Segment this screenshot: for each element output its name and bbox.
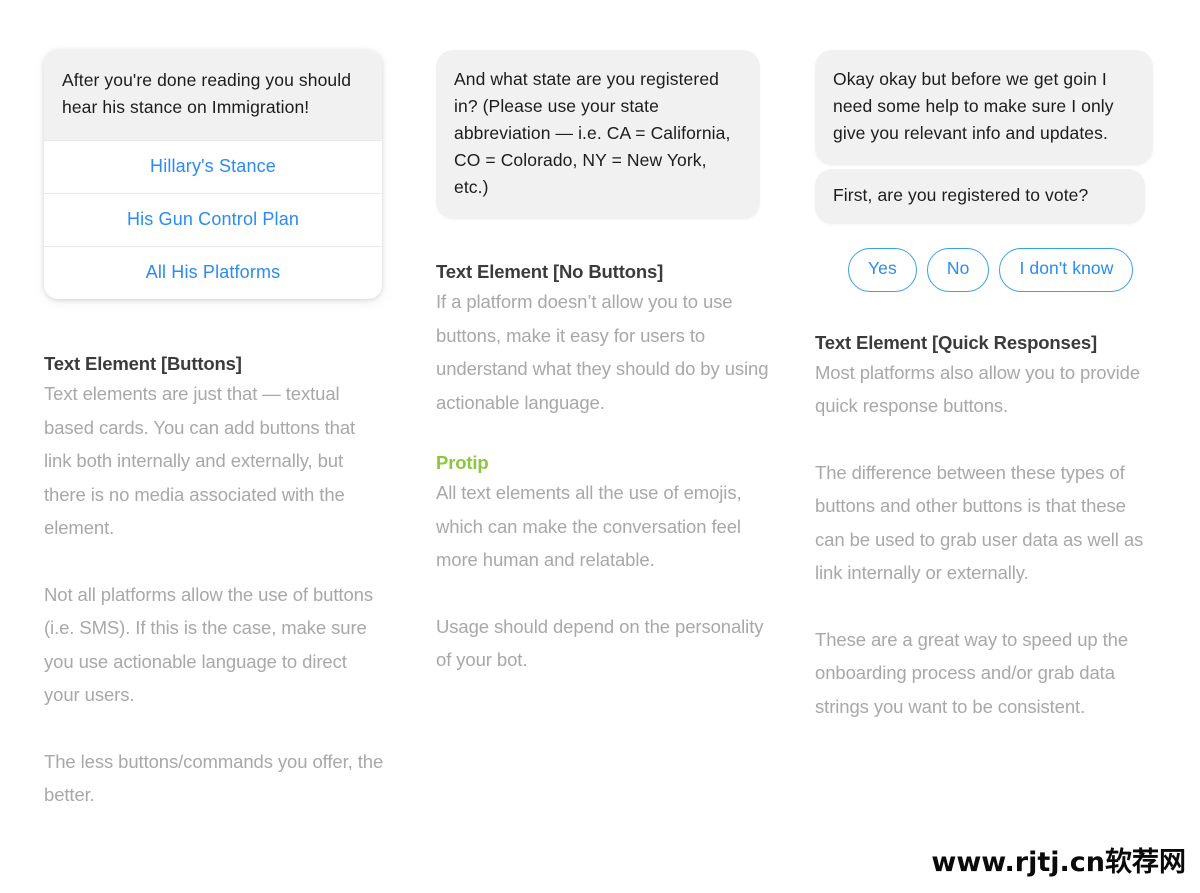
quick-reply-group: Yes No I don't know <box>815 248 1160 292</box>
quick-reply-i-dont-know[interactable]: I don't know <box>999 248 1134 292</box>
paragraph: The difference between these types of bu… <box>815 461 1144 584</box>
section-heading-protip: Protip <box>436 452 489 473</box>
paragraph: Most platforms also allow you to provide… <box>815 361 1141 417</box>
column-text-element-buttons: After you're done reading you should hea… <box>44 0 386 812</box>
column-text-element-no-buttons: And what state are you registered in? (P… <box>436 0 778 677</box>
section-heading-no-buttons: Text Element [No Buttons] <box>436 261 664 282</box>
copy-block-buttons: Text Element [Buttons] Text elements are… <box>44 353 386 812</box>
column-text-element-quick-responses: Okay okay but before we get goin I need … <box>815 0 1160 723</box>
chat-bubble-message: After you're done reading you should hea… <box>44 50 382 140</box>
paragraph: These are a great way to speed up the on… <box>815 628 1129 717</box>
copy-block-no-buttons: Text Element [No Buttons] If a platform … <box>436 261 778 419</box>
card-button-all-his-platforms[interactable]: All His Platforms <box>44 246 382 299</box>
paragraph: All text elements all the use of emojis,… <box>436 482 742 570</box>
paragraph: Not all platforms allow the use of butto… <box>44 583 373 706</box>
card-button-his-gun-control-plan[interactable]: His Gun Control Plan <box>44 193 382 246</box>
paragraph: The less buttons/commands you offer, the… <box>44 750 384 806</box>
paragraph: Text elements are just that — textual ba… <box>44 383 356 538</box>
chat-bubble-intro: Okay okay but before we get goin I need … <box>815 50 1153 165</box>
card-button-hillarys-stance[interactable]: Hillary's Stance <box>44 140 382 193</box>
chat-bubble-state-question: And what state are you registered in? (P… <box>436 50 760 219</box>
quick-reply-no[interactable]: No <box>926 248 990 292</box>
section-heading-quick-responses: Text Element [Quick Responses] <box>815 331 1097 353</box>
quick-reply-yes[interactable]: Yes <box>848 248 917 292</box>
section-heading-buttons: Text Element [Buttons] <box>44 353 242 374</box>
copy-block-quick-responses: Text Element [Quick Responses] Most plat… <box>815 332 1160 724</box>
paragraph: If a platform doesn’t allow you to use b… <box>436 291 769 413</box>
site-watermark: www.rjtj.cn软荐网 <box>931 847 1186 878</box>
chat-bubble-stack: Okay okay but before we get goin I need … <box>815 50 1160 224</box>
protip-block: Protip All text elements all the use of … <box>436 452 778 677</box>
page-root: After you're done reading you should hea… <box>0 0 1200 893</box>
paragraph: Usage should depend on the personality o… <box>436 615 764 671</box>
chat-bubble-registered-question: First, are you registered to vote? <box>815 169 1145 224</box>
chat-card-with-buttons: After you're done reading you should hea… <box>44 50 382 299</box>
